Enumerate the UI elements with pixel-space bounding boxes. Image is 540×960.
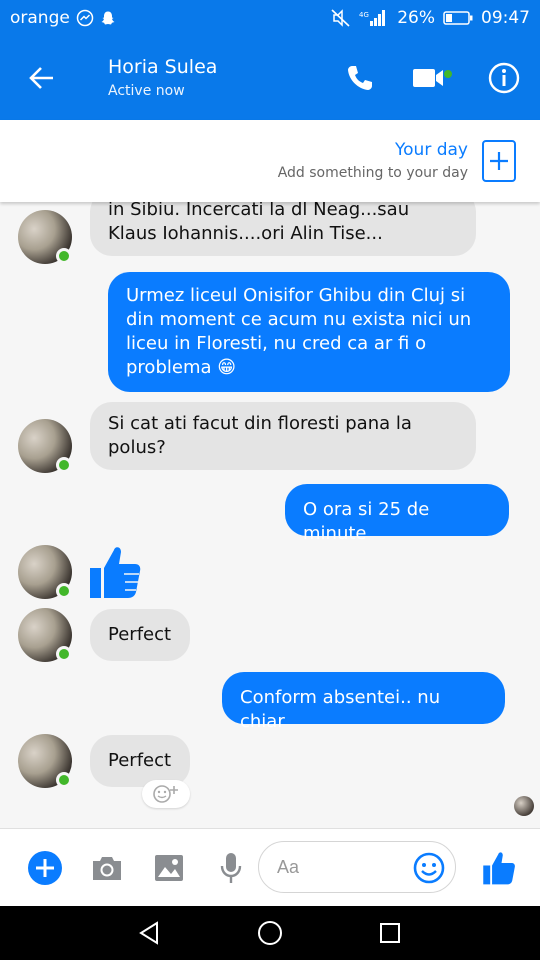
online-indicator bbox=[56, 646, 72, 662]
info-icon bbox=[488, 62, 520, 94]
plus-icon bbox=[28, 850, 62, 885]
mute-icon bbox=[331, 9, 351, 27]
contact-name: Horia Sulea bbox=[108, 56, 218, 78]
info-button[interactable] bbox=[468, 36, 540, 120]
thumbs-up-icon bbox=[483, 852, 515, 885]
online-indicator bbox=[56, 772, 72, 788]
battery-percent: 26% bbox=[397, 8, 435, 28]
avatar[interactable] bbox=[18, 545, 72, 599]
emoji-icon[interactable] bbox=[413, 852, 445, 884]
conversation-header: Horia Sulea Active now bbox=[0, 36, 540, 120]
video-call-button[interactable] bbox=[396, 36, 468, 120]
add-reaction-button[interactable] bbox=[142, 780, 190, 808]
network-type-label: 4G bbox=[359, 11, 369, 19]
voice-record-button[interactable] bbox=[200, 829, 262, 907]
add-reaction-icon bbox=[153, 785, 178, 803]
online-indicator bbox=[56, 583, 72, 599]
camera-icon bbox=[93, 856, 121, 880]
your-day-bar[interactable]: Your day Add something to your day bbox=[0, 120, 540, 202]
phone-icon bbox=[348, 66, 372, 90]
message-bubble-outgoing[interactable]: Urmez liceul Onisifor Ghibu din Cluj si … bbox=[108, 272, 510, 392]
seen-indicator-avatar bbox=[514, 796, 534, 816]
home-circle-icon bbox=[258, 921, 282, 945]
voice-call-button[interactable] bbox=[324, 36, 396, 120]
send-like-button[interactable] bbox=[468, 829, 530, 907]
avatar[interactable] bbox=[18, 608, 72, 662]
carrier-label: orange bbox=[10, 8, 70, 28]
back-triangle-icon bbox=[139, 921, 158, 945]
online-indicator bbox=[56, 248, 72, 264]
signal-icon: 4G bbox=[359, 9, 389, 27]
thumbs-up-icon bbox=[90, 547, 141, 598]
avatar[interactable] bbox=[18, 210, 72, 264]
avatar[interactable] bbox=[18, 419, 72, 473]
message-bubble-outgoing[interactable]: Conform absentei.. nu chiar bbox=[222, 672, 505, 732]
messenger-screen: orange 4G 26% 09:47 Horia Sulea Active n… bbox=[0, 0, 540, 960]
contact-status: Active now bbox=[108, 83, 185, 99]
system-nav-bar bbox=[0, 906, 540, 960]
message-bubble-incoming[interactable]: in Sibiu. Incercati la dl Neag...sau Kla… bbox=[90, 202, 476, 256]
camera-button[interactable] bbox=[76, 829, 138, 907]
nav-back-button[interactable] bbox=[120, 906, 180, 960]
your-day-title: Your day bbox=[395, 140, 468, 160]
message-input-wrapper bbox=[258, 841, 456, 893]
more-actions-button[interactable] bbox=[14, 829, 76, 907]
message-list[interactable]: in Sibiu. Incercati la dl Neag...sau Kla… bbox=[0, 202, 540, 828]
plus-icon bbox=[490, 152, 508, 170]
contact-info[interactable]: Horia Sulea Active now bbox=[108, 55, 324, 101]
battery-icon bbox=[443, 10, 473, 26]
back-button[interactable] bbox=[0, 36, 84, 120]
nav-home-button[interactable] bbox=[240, 906, 300, 960]
nav-recents-button[interactable] bbox=[360, 906, 420, 960]
message-input[interactable] bbox=[277, 842, 417, 892]
arrow-left-icon bbox=[29, 67, 53, 89]
avatar[interactable] bbox=[18, 734, 72, 788]
message-composer bbox=[0, 828, 540, 906]
gallery-button[interactable] bbox=[138, 829, 200, 907]
online-indicator bbox=[56, 457, 72, 473]
message-bubble-incoming[interactable]: Perfect bbox=[90, 609, 190, 661]
like-message[interactable] bbox=[88, 544, 142, 604]
recents-square-icon bbox=[380, 923, 400, 943]
snapchat-notification-icon bbox=[100, 10, 116, 26]
add-to-day-button[interactable] bbox=[482, 140, 516, 182]
message-bubble-outgoing[interactable]: O ora si 25 de minute bbox=[285, 484, 509, 544]
grin-emoji: 😁 bbox=[217, 357, 237, 378]
messenger-notification-icon bbox=[76, 9, 94, 27]
message-bubble-incoming[interactable]: Si cat ati facut din floresti pana la po… bbox=[90, 402, 476, 470]
microphone-icon bbox=[220, 852, 242, 883]
gallery-icon bbox=[155, 854, 183, 881]
your-day-subtitle: Add something to your day bbox=[277, 165, 468, 181]
video-camera-icon bbox=[413, 69, 452, 87]
status-bar: orange 4G 26% 09:47 bbox=[0, 0, 540, 36]
clock: 09:47 bbox=[481, 8, 530, 28]
